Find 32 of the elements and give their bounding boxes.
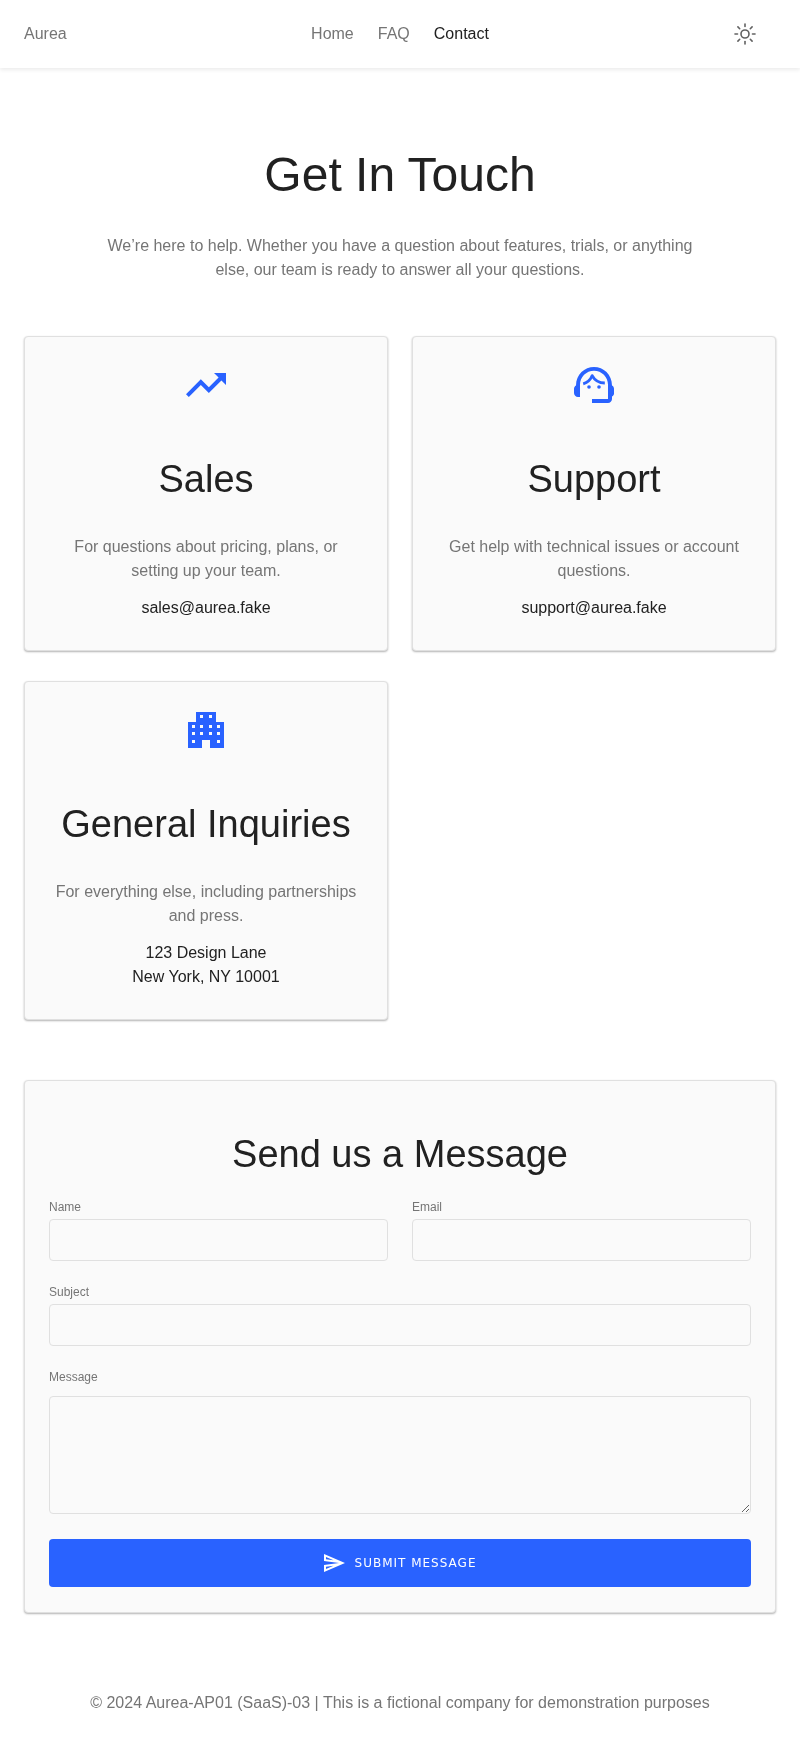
field-label: Subject <box>49 1284 90 1300</box>
nav-link[interactable]: FAQ <box>377 25 410 43</box>
input-field[interactable] <box>49 1219 388 1261</box>
card-description: For questions about pricing, plans, or setting up your team. <box>73 537 339 581</box>
building-icon <box>188 712 224 748</box>
send-icon <box>323 1554 345 1572</box>
contact-detail: 123 Design Lane <box>145 943 267 963</box>
card-description: Get help with technical issues or account questions. <box>448 537 740 581</box>
field-label: Message <box>49 1369 98 1385</box>
contact-detail: sales@aurea.fake <box>141 598 271 618</box>
page-title: Get In Touch <box>263 147 537 203</box>
input-field[interactable] <box>412 1219 751 1261</box>
page-subtitle: We’re here to help. Whether you have a question about features, trials, or anything else, our team is ready to answer all your questions. <box>106 236 694 280</box>
textarea-field[interactable] <box>49 1396 751 1514</box>
sun-icon[interactable] <box>734 23 756 45</box>
contact-detail: New York, NY 10001 <box>132 967 280 987</box>
field-label: Email <box>412 1199 442 1215</box>
brand-name[interactable]: Aurea <box>24 25 67 43</box>
card-title: Sales <box>158 457 254 502</box>
card-title: Support <box>527 457 661 502</box>
card-description: For everything else, including partnerships and press. <box>54 882 358 926</box>
contact-detail: support@aurea.fake <box>521 598 667 618</box>
nav-link[interactable]: Contact <box>433 25 489 43</box>
field-label: Name <box>49 1199 81 1215</box>
card-title: General Inquiries <box>61 802 351 847</box>
form-title: Send us a Message <box>231 1132 569 1177</box>
headset-icon <box>574 367 614 403</box>
trending-up-icon <box>186 373 226 397</box>
nav-link[interactable]: Home <box>311 25 354 43</box>
submit-button[interactable]: SUBMIT MESSAGE <box>49 1539 751 1587</box>
footer-text: © 2024 Aurea-AP01 (SaaS)-03 | This is a fictional company for demonstration purposes <box>89 1693 711 1713</box>
input-field[interactable] <box>49 1304 751 1346</box>
